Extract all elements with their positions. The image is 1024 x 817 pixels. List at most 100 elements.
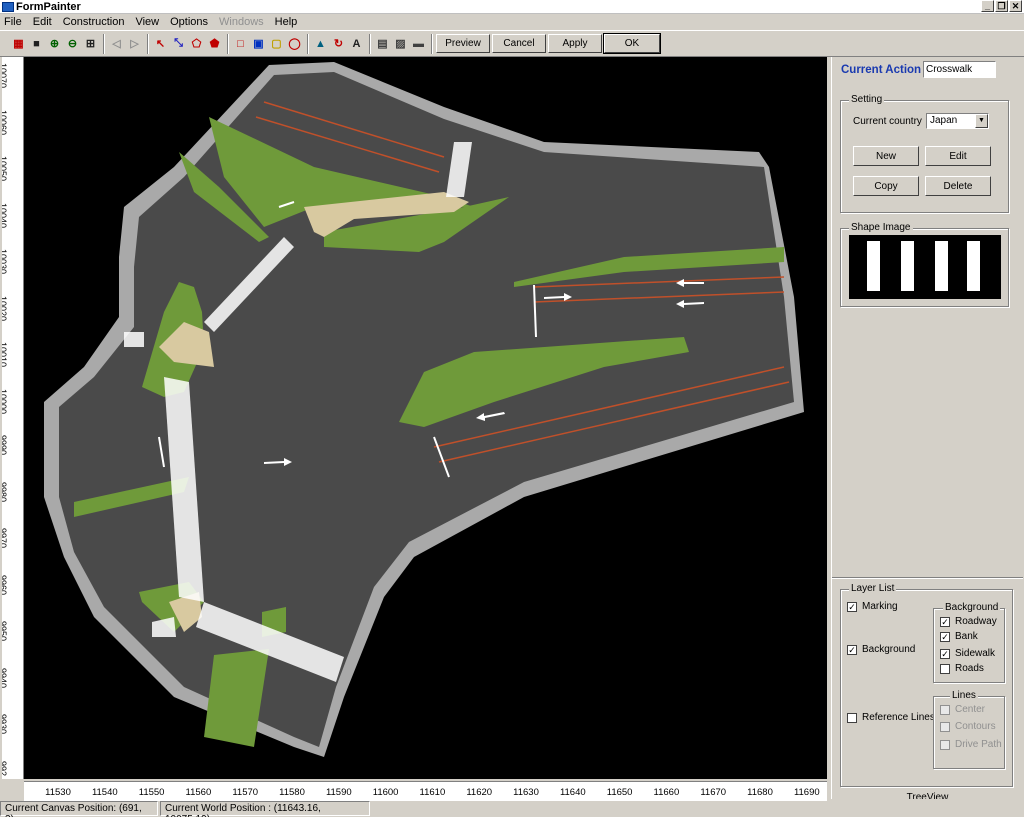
checkbox-check-icon: ✓ — [940, 616, 950, 627]
setting-title: Setting — [849, 94, 885, 105]
drive-path-label: Drive Path — [955, 739, 1002, 750]
polygon-icon[interactable]: ⬠ — [188, 35, 205, 52]
checkbox-empty-icon — [940, 721, 950, 732]
square-blue-icon[interactable]: ▣ — [250, 35, 267, 52]
square-yellow-icon[interactable]: ▢ — [268, 35, 285, 52]
polygon-edit-icon[interactable]: ⬟ — [206, 35, 223, 52]
checkbox-check-icon: ✓ — [847, 601, 857, 612]
rectangle-icon[interactable]: □ — [232, 35, 249, 52]
menu-view[interactable]: View — [135, 16, 159, 28]
ok-button[interactable]: OK — [603, 33, 661, 54]
toolbar-separator — [147, 33, 149, 54]
checkbox-check-icon: ✓ — [940, 631, 950, 642]
redo-icon[interactable]: ▷ — [126, 35, 143, 52]
toolbar-separator — [103, 33, 105, 54]
roads-checkbox[interactable]: Roads — [940, 663, 984, 674]
sidewalk-label: Sidewalk — [955, 648, 996, 659]
crosswalk-stripe — [967, 241, 980, 291]
undo-icon[interactable]: ◁ — [108, 35, 125, 52]
menu-construction[interactable]: Construction — [63, 16, 125, 28]
background-subgroup-title: Background — [943, 602, 1001, 613]
delete-button[interactable]: Delete — [925, 176, 991, 196]
preview-button[interactable]: Preview — [436, 34, 490, 53]
line-icon[interactable]: ▬ — [410, 35, 427, 52]
close-button[interactable]: ✕ — [1009, 0, 1022, 12]
window-controls: _ ❐ ✕ — [981, 0, 1022, 12]
restore-button[interactable]: ❐ — [995, 0, 1008, 12]
pattern-icon[interactable]: ▨ — [392, 35, 409, 52]
ruler-tick-label: 11640 — [559, 787, 586, 798]
horizontal-ruler: 11530 11540 11550 11560 11570 11580 11590 11600… — [24, 781, 827, 801]
country-label: Current country — [853, 116, 922, 127]
menu-windows: Windows — [219, 16, 264, 28]
edit-points-icon[interactable]: ⤡ — [170, 35, 187, 52]
menu-file[interactable]: File — [4, 16, 22, 28]
fit-view-icon[interactable]: ⊞ — [82, 35, 99, 52]
marking-checkbox[interactable]: ✓ Marking — [847, 601, 898, 612]
bank-label: Bank — [955, 631, 978, 642]
setting-group: Setting Current country Japan ▼ New Edit… — [840, 94, 1009, 213]
toolbar-separator — [227, 33, 229, 54]
formpainter-window: FormPainter _ ❐ ✕ File Edit Construction… — [0, 0, 1024, 817]
ruler-tick-label: 11630 — [513, 787, 539, 798]
copy-button[interactable]: Copy — [853, 176, 919, 196]
current-action-label: Current Action — [841, 64, 922, 76]
bank-checkbox[interactable]: ✓ Bank — [940, 631, 978, 642]
tree-view-tab[interactable]: TreeView — [832, 791, 1023, 799]
contours-checkbox: Contours — [940, 721, 996, 732]
dropdown-arrow-icon[interactable]: ▼ — [975, 114, 988, 128]
checkbox-empty-icon — [847, 712, 857, 723]
status-bar: Current Canvas Position: (691, 3) Curren… — [0, 801, 1024, 817]
ellipse-icon[interactable]: ◯ — [286, 35, 303, 52]
reference-lines-checkbox[interactable]: Reference Lines — [847, 712, 935, 723]
ruler-tick-label: 11590 — [325, 787, 352, 798]
toolbar-separator — [431, 33, 433, 54]
drawing-canvas[interactable] — [24, 57, 827, 779]
ruler-tick-label: 11540 — [91, 787, 118, 798]
save-icon[interactable]: ■ — [28, 35, 45, 52]
toolbar-icons: ▦ ■ ⊕ ⊖ ⊞ ◁ ▷ ↖ ⤡ ⬠ ⬟ □ ▣ ▢ ◯ ▲ ↻ A ▤ ▨ ▬ — [10, 33, 428, 54]
contours-label: Contours — [955, 721, 996, 732]
roads-label: Roads — [955, 663, 984, 674]
app-icon — [2, 1, 14, 12]
zoom-in-icon[interactable]: ⊕ — [46, 35, 63, 52]
cancel-button[interactable]: Cancel — [492, 34, 546, 53]
menu-edit[interactable]: Edit — [33, 16, 52, 28]
reference-lines-label: Reference Lines — [862, 712, 935, 723]
menu-options[interactable]: Options — [170, 16, 208, 28]
roadway-checkbox[interactable]: ✓ Roadway — [940, 616, 997, 627]
select-arrow-icon[interactable]: ↖ — [152, 35, 169, 52]
country-select[interactable]: Japan ▼ — [926, 113, 989, 129]
sidewalk-checkbox[interactable]: ✓ Sidewalk — [940, 648, 995, 659]
canvas-position-status: Current Canvas Position: (691, 3) — [0, 801, 158, 817]
vertical-ruler: 10070 10060 10050 10040 10030 10020 10010 10000… — [2, 57, 24, 779]
apply-button[interactable]: Apply — [548, 34, 602, 53]
zoom-out-icon[interactable]: ⊖ — [64, 35, 81, 52]
ruler-tick-label: 11670 — [700, 787, 727, 798]
ruler-tick-label: 11580 — [279, 787, 305, 798]
minimize-button[interactable]: _ — [981, 0, 994, 12]
ruler-tick-label: 11570 — [232, 787, 259, 798]
ruler-tick-label: 11600 — [372, 787, 399, 798]
roadway-label: Roadway — [955, 616, 997, 627]
crosswalk-stripe — [901, 241, 914, 291]
shape-image-title: Shape Image — [849, 222, 913, 233]
rotate-icon[interactable]: ↻ — [330, 35, 347, 52]
checkbox-check-icon: ✓ — [940, 648, 950, 659]
layer-list-title: Layer List — [849, 583, 897, 594]
background-checkbox[interactable]: ✓ Background — [847, 644, 915, 655]
toolbar-separator — [369, 33, 371, 54]
fill-icon[interactable]: ▲ — [312, 35, 329, 52]
center-checkbox: Center — [940, 704, 985, 715]
ruler-tick-label: 11680 — [747, 787, 773, 798]
crosswalk-stripe — [867, 241, 880, 291]
edit-button[interactable]: Edit — [925, 146, 991, 166]
current-action-field[interactable]: Crosswalk — [923, 61, 996, 78]
open-icon[interactable]: ▦ — [10, 35, 27, 52]
menu-help[interactable]: Help — [275, 16, 298, 28]
toolbar-separator — [307, 33, 309, 54]
ruler-tick-label: 11530 — [45, 787, 71, 798]
text-icon[interactable]: A — [348, 35, 365, 52]
new-button[interactable]: New — [853, 146, 919, 166]
hatch-icon[interactable]: ▤ — [374, 35, 391, 52]
